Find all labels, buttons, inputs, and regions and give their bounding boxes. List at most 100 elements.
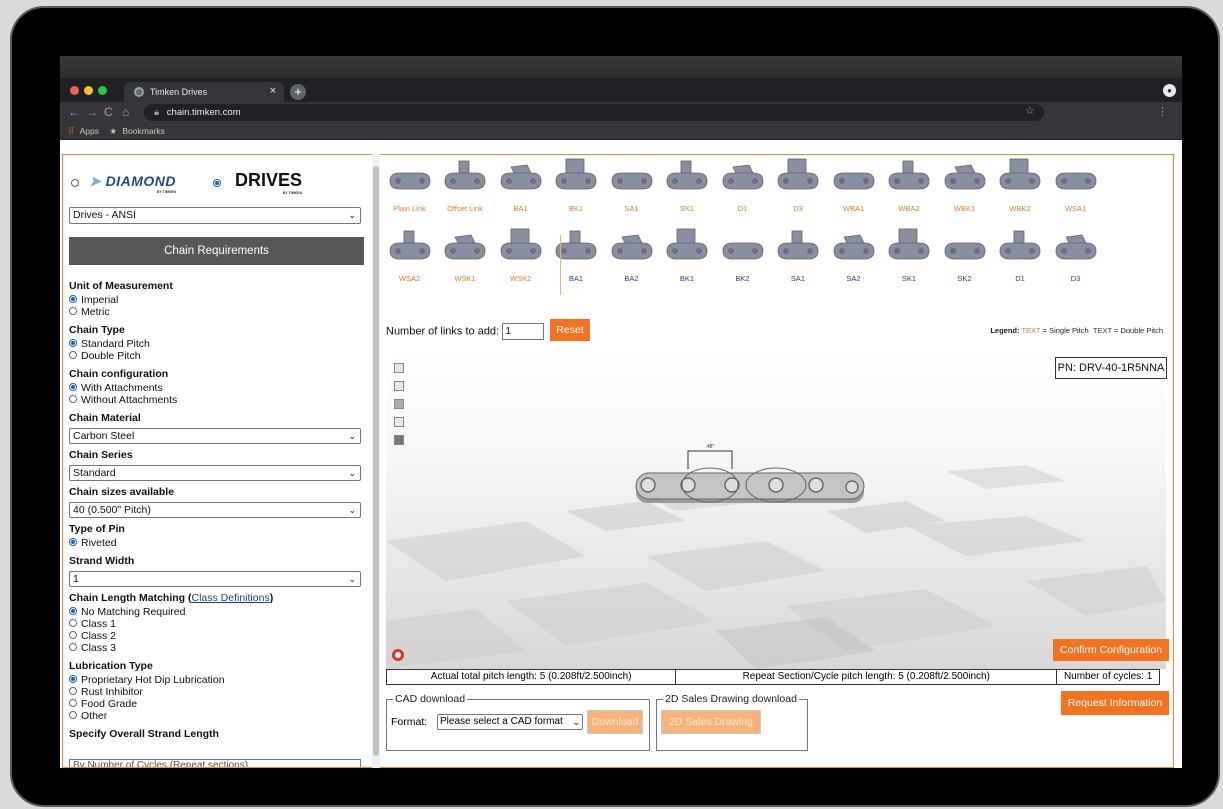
- radio-icon[interactable]: [69, 631, 77, 639]
- overall-length-select[interactable]: By Number of Cycles (Repeat sections): [69, 759, 361, 767]
- sales-drawing-button[interactable]: 2D Sales Drawing: [661, 710, 761, 734]
- strand-select[interactable]: 1 ⌄: [69, 571, 361, 587]
- drives-radio[interactable]: [213, 179, 221, 187]
- new-tab-button[interactable]: +: [290, 84, 306, 100]
- radio-icon[interactable]: [69, 643, 77, 651]
- radio-icon[interactable]: [69, 339, 77, 347]
- scrollbar-thumb[interactable]: [373, 166, 379, 756]
- top-view-icon[interactable]: [394, 417, 404, 427]
- link-thumb-single[interactable]: Plain Link: [382, 157, 437, 217]
- link-thumb-double[interactable]: D1: [993, 227, 1048, 287]
- radio-icon[interactable]: [69, 619, 77, 627]
- matching-class-1[interactable]: Class 1: [69, 618, 369, 630]
- wireframe-view-icon[interactable]: [394, 363, 404, 373]
- link-thumb-single[interactable]: WBK2: [993, 157, 1048, 217]
- address-bar[interactable]: 🔒︎ chain.timken.com: [144, 104, 1044, 121]
- diamond-logo: ➤ DIAMOND BY TIMKEN: [89, 173, 176, 194]
- link-thumb-single[interactable]: BA1: [493, 157, 548, 217]
- minimize-window-button[interactable]: [84, 86, 93, 95]
- side-view-icon[interactable]: [394, 399, 404, 409]
- bookmark-star-icon[interactable]: ☆: [1025, 104, 1035, 117]
- radio-icon[interactable]: [69, 307, 77, 315]
- link-thumb-single[interactable]: WSK1: [438, 227, 493, 287]
- series-select[interactable]: Standard ⌄: [69, 465, 361, 481]
- close-window-button[interactable]: [70, 86, 79, 95]
- radio-icon[interactable]: [69, 395, 77, 403]
- link-thumb-double[interactable]: SK1: [882, 227, 937, 287]
- home-icon[interactable]: ⌂: [122, 105, 129, 119]
- link-thumb-single[interactable]: D3: [771, 157, 826, 217]
- link-thumb-double[interactable]: SA1: [771, 227, 826, 287]
- radio-icon[interactable]: [69, 295, 77, 303]
- forward-icon[interactable]: →: [86, 105, 98, 119]
- link-thumb-double[interactable]: SA2: [826, 227, 881, 287]
- radio-icon[interactable]: [69, 538, 77, 546]
- profile-icon[interactable]: ●: [1163, 84, 1176, 97]
- unit-option-metric[interactable]: Metric: [69, 306, 369, 318]
- matching-class-3[interactable]: Class 3: [69, 642, 369, 654]
- cad-format-select[interactable]: Please select a CAD format ⌄: [437, 714, 583, 730]
- link-thumb-single[interactable]: WSA1: [1048, 157, 1103, 217]
- reload-icon[interactable]: C: [104, 105, 113, 119]
- link-thumb-single[interactable]: BK1: [549, 157, 604, 217]
- catalog-select[interactable]: Drives - ANSI ⌄: [69, 207, 361, 224]
- matching-class-2[interactable]: Class 2: [69, 630, 369, 642]
- close-tab-icon[interactable]: ×: [270, 85, 276, 97]
- link-thumb-double[interactable]: BA2: [604, 227, 659, 287]
- material-select[interactable]: Carbon Steel ⌄: [69, 428, 361, 444]
- link-thumb-single[interactable]: WBA2: [882, 157, 937, 217]
- download-button[interactable]: Download: [587, 710, 643, 734]
- 3d-viewer[interactable]: .48": [386, 351, 1166, 669]
- bookmarks-link[interactable]: Bookmarks: [122, 126, 165, 136]
- matching-none[interactable]: No Matching Required: [69, 606, 369, 618]
- pin-riveted[interactable]: Riveted: [69, 537, 369, 549]
- confirm-configuration-button[interactable]: Confirm Configuration: [1053, 639, 1169, 661]
- links-count-input[interactable]: 1: [502, 323, 545, 340]
- sizes-select[interactable]: 40 (0.500" Pitch) ⌄: [69, 502, 361, 518]
- iso-view-icon[interactable]: [394, 435, 404, 445]
- link-thumb-single[interactable]: WSA2: [382, 227, 437, 287]
- option-label: Without Attachments: [81, 394, 178, 406]
- link-thumb-double[interactable]: SK2: [937, 227, 992, 287]
- class-definitions-link[interactable]: Class Definitions: [192, 592, 270, 604]
- apps-link[interactable]: Apps: [80, 126, 99, 136]
- link-thumb-single[interactable]: WBK1: [937, 157, 992, 217]
- radio-icon[interactable]: [69, 675, 77, 683]
- link-thumb-double[interactable]: BK2: [715, 227, 770, 287]
- link-thumb-single[interactable]: SA1: [604, 157, 659, 217]
- sizes-value: 40 (0.500" Pitch): [73, 504, 151, 516]
- sidebar-scrollbar[interactable]: [372, 154, 380, 768]
- radio-icon[interactable]: [69, 687, 77, 695]
- radio-icon[interactable]: [69, 607, 77, 615]
- link-thumb-single[interactable]: SK1: [660, 157, 715, 217]
- front-view-icon[interactable]: [394, 381, 404, 391]
- lube-hot-dip[interactable]: Proprietary Hot Dip Lubrication: [69, 674, 369, 686]
- radio-icon[interactable]: [69, 383, 77, 391]
- diamond-radio[interactable]: [71, 179, 79, 187]
- config-with[interactable]: With Attachments: [69, 382, 369, 394]
- reset-button[interactable]: Reset: [550, 319, 590, 341]
- lube-other[interactable]: Other: [69, 710, 369, 722]
- menu-icon[interactable]: ⋮: [1157, 105, 1168, 118]
- radio-icon[interactable]: [69, 699, 77, 707]
- request-information-button[interactable]: Request Information: [1061, 691, 1169, 715]
- link-thumb-single[interactable]: WBA1: [826, 157, 881, 217]
- link-thumb-single[interactable]: D1: [715, 157, 770, 217]
- config-without[interactable]: Without Attachments: [69, 394, 369, 406]
- link-thumb-double[interactable]: D3: [1048, 227, 1103, 287]
- back-icon[interactable]: ←: [68, 105, 80, 119]
- link-thumb-double[interactable]: BK1: [660, 227, 715, 287]
- chain-type-double[interactable]: Double Pitch: [69, 350, 369, 362]
- lube-rust-inhibitor[interactable]: Rust Inhibitor: [69, 686, 369, 698]
- browser-tab[interactable]: ◍ Timken Drives ×: [124, 82, 284, 102]
- lube-food-grade[interactable]: Food Grade: [69, 698, 369, 710]
- radio-icon[interactable]: [69, 351, 77, 359]
- maximize-window-button[interactable]: [98, 86, 107, 95]
- link-thumb-double[interactable]: BA1: [549, 227, 604, 287]
- link-thumb-label: WSA2: [398, 274, 421, 283]
- chain-type-standard[interactable]: Standard Pitch: [69, 338, 369, 350]
- unit-option-imperial[interactable]: Imperial: [69, 294, 369, 306]
- link-thumb-single[interactable]: WSK2: [493, 227, 548, 287]
- link-thumb-single[interactable]: Offset Link: [438, 157, 493, 217]
- radio-icon[interactable]: [69, 711, 77, 719]
